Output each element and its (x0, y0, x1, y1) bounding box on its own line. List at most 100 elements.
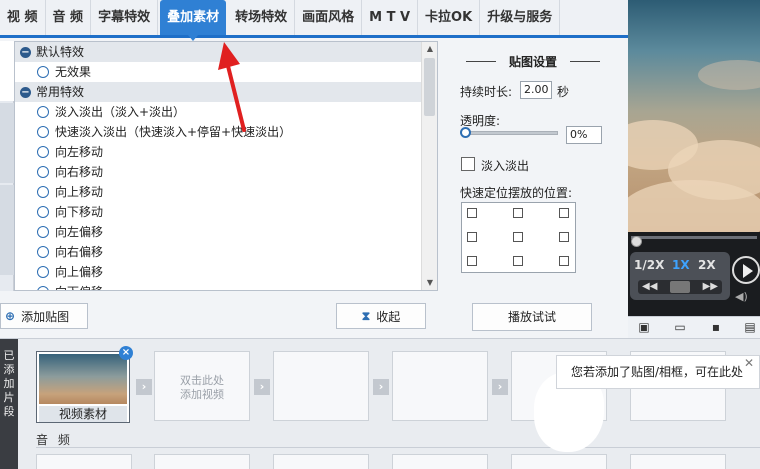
position-top-right[interactable] (559, 208, 569, 218)
play-test-button[interactable]: 播放试试 (472, 303, 592, 331)
audio-slot[interactable] (154, 454, 250, 469)
effect-list-scrollbar[interactable]: ▲ ▼ (421, 42, 437, 290)
radio-button[interactable] (37, 166, 49, 178)
remove-clip-icon[interactable]: × (119, 346, 133, 360)
vtab-other[interactable] (0, 185, 14, 275)
menu-transition-effects[interactable]: 转场特效 (228, 0, 296, 35)
effect-label: 向右移动 (55, 165, 104, 179)
speed-normal[interactable]: 1X (672, 258, 690, 272)
radio-button[interactable] (37, 206, 49, 218)
new-icon[interactable]: ▣ (636, 320, 652, 334)
radio-button[interactable] (37, 266, 49, 278)
video-clip[interactable]: 视频素材 (36, 351, 130, 423)
opacity-slider-thumb[interactable] (460, 127, 471, 138)
radio-button[interactable] (37, 226, 49, 238)
effect-label: 向下偏移 (55, 282, 103, 290)
effect-item[interactable]: 向上移动 (15, 182, 421, 202)
scroll-up-icon[interactable]: ▲ (422, 42, 437, 56)
menu-mtv[interactable]: M T V (362, 0, 419, 35)
effect-item[interactable]: 向上偏移 (15, 262, 421, 282)
menu-video[interactable]: 视 频 (0, 0, 46, 35)
jog-control[interactable]: ◀◀ ▶▶ (638, 280, 722, 294)
rewind-icon[interactable]: ◀◀ (642, 280, 657, 294)
effect-label: 向左偏移 (55, 225, 104, 239)
radio-button[interactable] (37, 246, 49, 258)
fade-label: 淡入淡出 (481, 159, 530, 173)
jog-wheel[interactable] (670, 281, 690, 293)
added-clips-label: 已添加片段 (0, 339, 18, 469)
effect-item[interactable]: 向下移动 (15, 202, 421, 222)
menu-audio[interactable]: 音 频 (46, 0, 92, 35)
collapse-label: 收起 (376, 309, 401, 324)
empty-clip-slot[interactable] (273, 351, 369, 421)
seek-thumb[interactable] (631, 236, 642, 247)
position-middle-right[interactable] (559, 232, 569, 242)
group-label: 常用特效 (36, 85, 85, 99)
radio-button[interactable] (37, 286, 49, 290)
fade-checkbox[interactable] (461, 157, 475, 171)
audio-slot[interactable] (36, 454, 132, 469)
radio-button[interactable] (37, 146, 49, 158)
radio-button[interactable] (37, 126, 49, 138)
group-label: 默认特效 (36, 45, 85, 59)
add-video-hint: 双击此处 添加视频 (180, 374, 224, 401)
effect-item[interactable]: 向右偏移 (15, 242, 421, 262)
seek-bar[interactable] (631, 236, 757, 247)
menu-karaoke[interactable]: 卡拉OK (418, 0, 481, 35)
collapse-button[interactable]: ⧗ 收起 (336, 303, 426, 329)
radio-button[interactable] (37, 106, 49, 118)
red-annotation-arrow-icon (218, 42, 246, 132)
audio-slot[interactable] (511, 454, 607, 469)
position-bottom-left[interactable] (467, 256, 477, 266)
position-label: 快速定位摆放的位置: (460, 186, 573, 200)
empty-clip-slot[interactable] (392, 351, 488, 421)
collapse-minus-icon: − (20, 46, 31, 58)
position-bottom-right[interactable] (559, 256, 569, 266)
effect-item[interactable]: 向下偏移 (15, 282, 421, 290)
vtab-sticker[interactable] (0, 41, 14, 101)
position-top-center[interactable] (513, 208, 523, 218)
scroll-down-icon[interactable]: ▼ (422, 276, 437, 290)
empty-clip-slot[interactable]: 双击此处 添加视频 (154, 351, 250, 421)
position-top-left[interactable] (467, 208, 477, 218)
open-folder-icon[interactable]: ▭ (672, 320, 688, 334)
audio-slot[interactable] (273, 454, 369, 469)
clip-name: 视频素材 (39, 406, 127, 422)
opacity-slider[interactable] (462, 131, 558, 135)
radio-button[interactable] (37, 186, 49, 198)
collapse-icon: ⧗ (361, 308, 371, 323)
menu-picture-style[interactable]: 画面风格 (295, 0, 363, 35)
clip-thumbnail (39, 354, 127, 404)
duration-input[interactable]: 2.00 (520, 81, 552, 99)
radio-button[interactable] (37, 66, 49, 78)
speed-double[interactable]: 2X (698, 258, 716, 272)
add-sticker-button[interactable]: ⊕ 添加贴图 (0, 303, 88, 329)
save-icon[interactable]: ▪ (708, 320, 724, 334)
main-menu-bar: 视 频 音 频 字幕特效 叠加素材 转场特效 画面风格 M T V 卡拉OK 升… (0, 0, 628, 41)
audio-slot[interactable] (630, 454, 726, 469)
position-center[interactable] (513, 232, 523, 242)
sequence-arrow-icon: › (492, 379, 508, 395)
position-middle-left[interactable] (467, 232, 477, 242)
hint-tooltip: 您若添加了贴图/相框，可在此处 (556, 355, 760, 389)
menu-subtitle-effects[interactable]: 字幕特效 (91, 0, 159, 35)
tooltip-close-icon[interactable]: ✕ (744, 356, 754, 370)
menu-upgrade-service[interactable]: 升级与服务 (480, 0, 561, 35)
volume-icon[interactable]: ◀) (735, 290, 748, 303)
vtab-frame[interactable] (0, 103, 14, 183)
effect-item[interactable]: 向左偏移 (15, 222, 421, 242)
sticker-settings-panel: 贴图设置 持续时长: 2.00 秒 透明度: 0% 淡入淡出 快速定位摆放的位置… (446, 41, 626, 291)
play-button[interactable] (732, 256, 760, 284)
opacity-value-field[interactable]: 0% (566, 126, 602, 144)
scrollbar-thumb[interactable] (424, 58, 435, 116)
audio-slot[interactable] (392, 454, 488, 469)
effect-item[interactable]: 向右移动 (15, 162, 421, 182)
position-grid (461, 202, 576, 273)
menu-overlay-materials[interactable]: 叠加素材 (160, 0, 227, 41)
export-icon[interactable]: ▤ (742, 320, 758, 334)
effect-item[interactable]: 向左移动 (15, 142, 421, 162)
position-bottom-center[interactable] (513, 256, 523, 266)
cloud-shape (698, 60, 760, 90)
fast-forward-icon[interactable]: ▶▶ (703, 280, 718, 294)
speed-half[interactable]: 1/2X (634, 258, 664, 272)
